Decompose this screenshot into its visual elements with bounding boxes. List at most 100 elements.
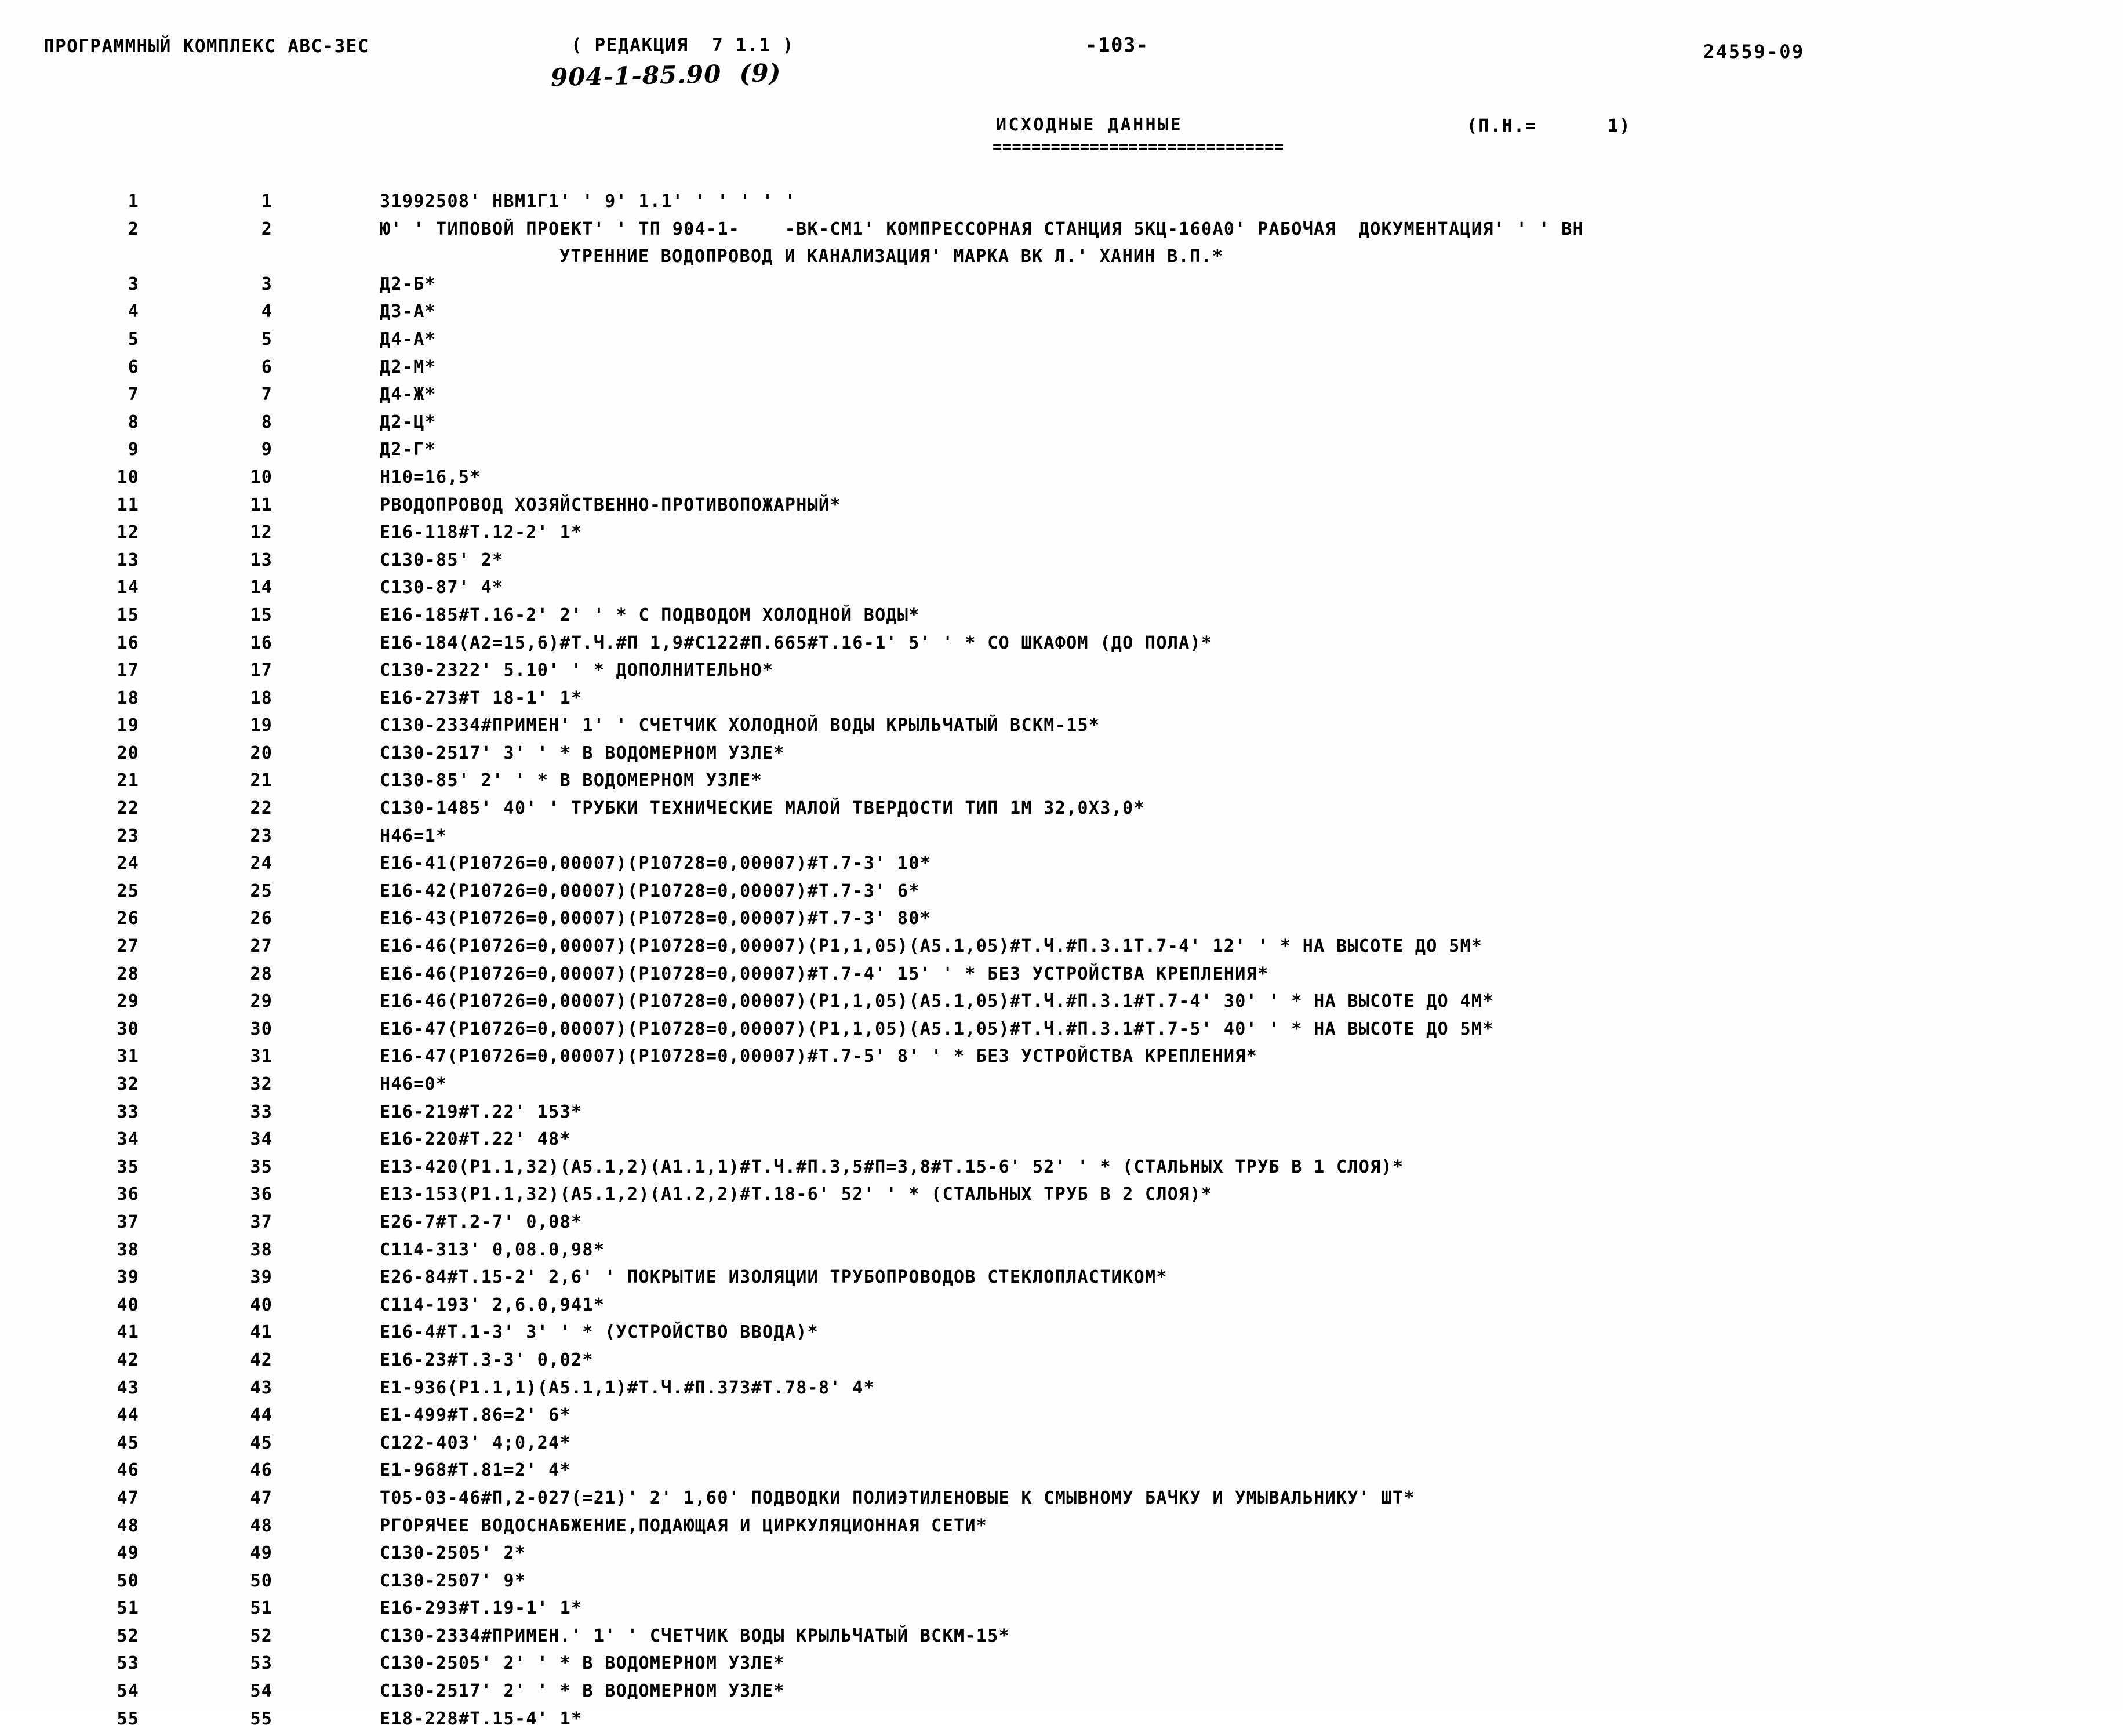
listing-row: 38 38 С114-313' 0,08.0,98* bbox=[0, 1240, 2123, 1268]
row-text: Е16-293#Т.19-1' 1* bbox=[380, 1598, 583, 1619]
row-text: Е16-43(Р10726=0,00007)(Р10728=0,00007)#Т… bbox=[380, 908, 932, 929]
row-line-number: 37 bbox=[250, 1211, 272, 1232]
row-text: С130-2322' 5.10' ' * ДОПОЛНИТЕЛЬНО* bbox=[380, 660, 774, 681]
row-text: Д2-Г* bbox=[380, 439, 437, 460]
row-sequence-number: 12 bbox=[117, 522, 139, 543]
row-sequence-number: 30 bbox=[117, 1018, 139, 1039]
row-sequence-number: 46 bbox=[117, 1460, 139, 1481]
program-complex-title: ПРОГРАММНЫЙ КОМПЛЕКС АВС-ЗЕС bbox=[43, 36, 369, 57]
listing-row: 23 23 Н46=1* bbox=[0, 826, 2123, 854]
row-text: С130-87' 4* bbox=[380, 577, 504, 598]
row-sequence-number: 35 bbox=[117, 1156, 139, 1177]
listing-row: 50 50 С130-2507' 9* bbox=[0, 1571, 2123, 1599]
row-sequence-number: 22 bbox=[117, 798, 139, 819]
listing-row: 9 9 Д2-Г* bbox=[0, 439, 2123, 467]
row-text: Е13-420(Р1.1,32)(А5.1,2)(А1.1,1)#Т.Ч.#П.… bbox=[380, 1156, 1404, 1177]
row-sequence-number: 20 bbox=[117, 743, 139, 763]
row-text: Е16-46(Р10726=0,00007)(Р10728=0,00007)#Т… bbox=[380, 963, 1269, 984]
row-text: Е16-47(Р10726=0,00007)(Р10728=0,00007)(Р… bbox=[380, 1018, 1494, 1039]
listing-row: 29 29 Е16-46(Р10726=0,00007)(Р10728=0,0000… bbox=[0, 991, 2123, 1019]
row-sequence-number: 47 bbox=[117, 1487, 139, 1508]
row-line-number: 32 bbox=[250, 1074, 272, 1094]
row-text: Е18-228#Т.15-4' 1* bbox=[380, 1708, 583, 1729]
row-line-number: 44 bbox=[250, 1405, 272, 1426]
listing-row: 27 27 Е16-46(Р10726=0,00007)(Р10728=0,0000… bbox=[0, 936, 2123, 964]
row-text: Е13-153(Р1.1,32)(А5.1,2)(А1.2,2)#Т.18-6'… bbox=[380, 1184, 1213, 1205]
row-text: Д2-М* bbox=[380, 356, 437, 377]
row-line-number: 20 bbox=[250, 743, 272, 763]
row-text: С130-2334#ПРИМЕН' 1' ' СЧЕТЧИК ХОЛОДНОЙ … bbox=[380, 715, 1100, 736]
row-text: РВОДОПРОВОД ХОЗЯЙСТВЕННО-ПРОТИВОПОЖАРНЫЙ… bbox=[380, 494, 841, 515]
row-line-number: 7 bbox=[261, 384, 272, 405]
listing-row: 14 14 С130-87' 4* bbox=[0, 577, 2123, 605]
row-sequence-number: 52 bbox=[117, 1625, 139, 1646]
row-line-number: 43 bbox=[250, 1377, 272, 1398]
row-sequence-number: 21 bbox=[117, 770, 139, 791]
row-sequence-number: 27 bbox=[117, 936, 139, 957]
pn-marker: (П.Н.= 1) bbox=[1467, 116, 1631, 136]
row-line-number: 48 bbox=[250, 1515, 272, 1536]
listing-row: 54 54 С130-2517' 2' ' * В ВОДОМЕРНОМ УЗЛЕ* bbox=[0, 1681, 2123, 1709]
row-sequence-number: 49 bbox=[117, 1543, 139, 1564]
row-text: С130-2334#ПРИМЕН.' 1' ' СЧЕТЧИК ВОДЫ КРЫ… bbox=[380, 1625, 1010, 1646]
row-text: Н46=1* bbox=[380, 825, 448, 846]
row-text: Д2-Б* bbox=[380, 274, 437, 294]
row-sequence-number: 33 bbox=[117, 1101, 139, 1122]
listing-row: 19 19 С130-2334#ПРИМЕН' 1' ' СЧЕТЧИК ХОЛОД… bbox=[0, 715, 2123, 743]
row-sequence-number: 7 bbox=[128, 384, 139, 405]
row-line-number: 28 bbox=[250, 963, 272, 984]
row-sequence-number: 41 bbox=[117, 1322, 139, 1343]
row-text: Е16-4#Т.1-3' 3' ' * (УСТРОЙСТВО ВВОДА)* bbox=[380, 1322, 819, 1343]
row-line-number: 6 bbox=[261, 356, 272, 377]
listing-row: 24 24 Е16-41(Р10726=0,00007)(Р10728=0,0000… bbox=[0, 853, 2123, 881]
row-text: С130-85' 2' ' * В ВОДОМЕРНОМ УЗЛЕ* bbox=[380, 770, 762, 791]
row-sequence-number: 53 bbox=[117, 1653, 139, 1674]
row-text: Е16-46(Р10726=0,00007)(Р10728=0,00007)(Р… bbox=[380, 936, 1483, 957]
listing-row: 17 17 С130-2322' 5.10' ' * ДОПОЛНИТЕЛЬНО* bbox=[0, 660, 2123, 688]
row-line-number: 47 bbox=[250, 1487, 272, 1508]
row-sequence-number: 32 bbox=[117, 1074, 139, 1094]
document-number: 24559-09 bbox=[1703, 41, 1805, 63]
listing-row: 34 34 Е16-220#Т.22' 48* bbox=[0, 1129, 2123, 1157]
row-line-number: 25 bbox=[250, 880, 272, 901]
row-text: Е16-23#Т.3-3' 0,02* bbox=[380, 1349, 594, 1370]
row-sequence-number: 10 bbox=[117, 467, 139, 487]
row-line-number: 36 bbox=[250, 1184, 272, 1205]
row-sequence-number: 14 bbox=[117, 577, 139, 598]
row-text: С130-2517' 2' ' * В ВОДОМЕРНОМ УЗЛЕ* bbox=[380, 1681, 785, 1702]
listing-row: 1 1 31992508' НВМ1Г1' ' 9' 1.1' ' ' ' ' ' bbox=[0, 191, 2123, 219]
row-text: Е1-499#Т.86=2' 6* bbox=[380, 1405, 571, 1426]
row-text: Е16-46(Р10726=0,00007)(Р10728=0,00007)(Р… bbox=[380, 991, 1494, 1012]
listing-row: 8 8 Д2-Ц* bbox=[0, 412, 2123, 440]
listing-row: 49 49 С130-2505' 2* bbox=[0, 1543, 2123, 1571]
listing-body: 1 1 31992508' НВМ1Г1' ' 9' 1.1' ' ' ' ' ' 2… bbox=[0, 191, 2123, 1736]
listing-row: 13 13 С130-85' 2* bbox=[0, 550, 2123, 578]
row-line-number: 38 bbox=[250, 1239, 272, 1260]
row-sequence-number: 48 bbox=[117, 1515, 139, 1536]
listing-row: 42 42 Е16-23#Т.3-3' 0,02* bbox=[0, 1350, 2123, 1378]
section-title: ИСХОДНЫЕ ДАННЫЕ bbox=[996, 115, 1183, 135]
row-line-number: 39 bbox=[250, 1267, 272, 1288]
row-line-number: 14 bbox=[250, 577, 272, 598]
row-text: Е16-184(А2=15,6)#Т.Ч.#П 1,9#С122#П.665#Т… bbox=[380, 632, 1213, 653]
row-sequence-number: 45 bbox=[117, 1432, 139, 1453]
row-text: Е1-968#Т.81=2' 4* bbox=[380, 1460, 571, 1481]
row-sequence-number: 42 bbox=[117, 1349, 139, 1370]
listing-row: 10 10 Н10=16,5* bbox=[0, 467, 2123, 495]
listing-row: 20 20 С130-2517' 3' ' * В ВОДОМЕРНОМ УЗЛЕ* bbox=[0, 743, 2123, 771]
row-text: С114-313' 0,08.0,98* bbox=[380, 1239, 605, 1260]
listing-row: 55 55 Е18-228#Т.15-4' 1* bbox=[0, 1709, 2123, 1736]
row-sequence-number: 54 bbox=[117, 1681, 139, 1702]
row-text: Д2-Ц* bbox=[380, 412, 437, 432]
listing-row: 16 16 Е16-184(А2=15,6)#Т.Ч.#П 1,9#С122#П.6… bbox=[0, 633, 2123, 661]
row-sequence-number: 15 bbox=[117, 605, 139, 625]
row-line-number: 31 bbox=[250, 1046, 272, 1067]
row-line-number: 24 bbox=[250, 853, 272, 874]
handwritten-annotation: 904-1-85.90 (9) bbox=[550, 58, 781, 92]
row-sequence-number: 9 bbox=[128, 439, 139, 460]
row-sequence-number: 18 bbox=[117, 687, 139, 708]
row-sequence-number: 39 bbox=[117, 1267, 139, 1288]
row-line-number: 23 bbox=[250, 825, 272, 846]
edition-label: ( РЕДАКЦИЯ 7 1.1 ) bbox=[571, 35, 795, 56]
row-sequence-number: 44 bbox=[117, 1405, 139, 1426]
